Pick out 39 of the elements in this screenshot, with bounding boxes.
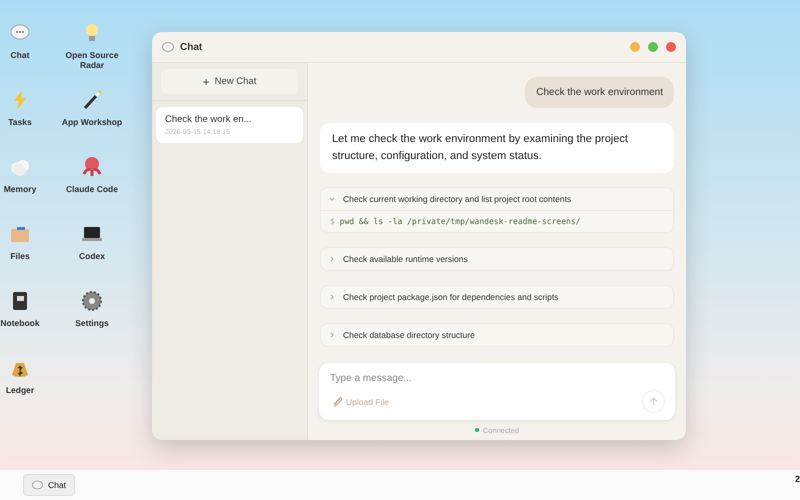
desktop-icon-label[interactable]: Settings bbox=[75, 318, 109, 328]
desktop-icon-label[interactable]: Chat bbox=[10, 50, 30, 60]
close-button[interactable] bbox=[666, 42, 676, 52]
arrow-up-icon bbox=[649, 396, 658, 406]
user-message: Check the work environment bbox=[525, 77, 674, 108]
desktop-icon-label[interactable]: Codex bbox=[79, 251, 105, 261]
tool-step-title: Check database directory structure bbox=[343, 330, 475, 340]
minimize-button[interactable] bbox=[630, 42, 640, 52]
speech-bubble-icon bbox=[162, 41, 174, 53]
window-title: Chat bbox=[180, 42, 202, 52]
desktop-icon-label[interactable]: Notebook bbox=[0, 318, 40, 328]
desktop-icon-label[interactable]: Memory bbox=[4, 184, 36, 194]
taskbar-item[interactable]: Chat bbox=[23, 474, 75, 496]
desktop-icon-label[interactable]: Claude Code bbox=[66, 184, 118, 194]
desktop-icon-label[interactable]: App Workshop bbox=[62, 117, 122, 127]
paperclip-icon bbox=[333, 396, 343, 407]
tool-step-title: Check project package.json for dependencies and scripts bbox=[343, 292, 558, 302]
tool-step-header[interactable]: Check database directory structure bbox=[321, 324, 673, 346]
tool-step-title: Check available runtime versions bbox=[343, 254, 468, 264]
speech-bubble-icon bbox=[32, 480, 43, 490]
assistant-message: Let me check the work environment by examining the project structure, configuration, and system status. bbox=[320, 123, 674, 173]
command-line: $ pwd && ls -la /private/tmp/wandesk-readme-screens/ bbox=[321, 210, 673, 232]
tool-step-header[interactable]: Check available runtime versions bbox=[321, 248, 673, 270]
magic-wand-icon[interactable] bbox=[81, 89, 103, 111]
desktop-icon-label[interactable]: Ledger bbox=[6, 385, 34, 395]
tool-step-header[interactable]: Check current working directory and list project root contents bbox=[321, 188, 673, 210]
new-chat-button[interactable]: + New Chat bbox=[161, 69, 298, 94]
conversation-title: Check the work en... bbox=[165, 114, 253, 125]
tool-step-header[interactable]: Check project package.json for dependencies and scripts bbox=[321, 286, 673, 308]
desktop-icon-label[interactable]: Tasks bbox=[8, 117, 32, 127]
clock: 2 bbox=[794, 474, 800, 486]
tool-step-title: Check current working directory and list project root contents bbox=[343, 194, 572, 204]
desktop-icon-label[interactable]: Open Source Radar bbox=[61, 50, 123, 70]
send-button[interactable] bbox=[642, 390, 665, 413]
maximize-button[interactable] bbox=[648, 42, 658, 52]
octopus-icon[interactable] bbox=[81, 156, 103, 178]
message-input[interactable]: Type a message... bbox=[329, 373, 665, 384]
gear-icon[interactable] bbox=[81, 290, 103, 312]
desktop-icon-label[interactable]: Files bbox=[10, 251, 30, 261]
